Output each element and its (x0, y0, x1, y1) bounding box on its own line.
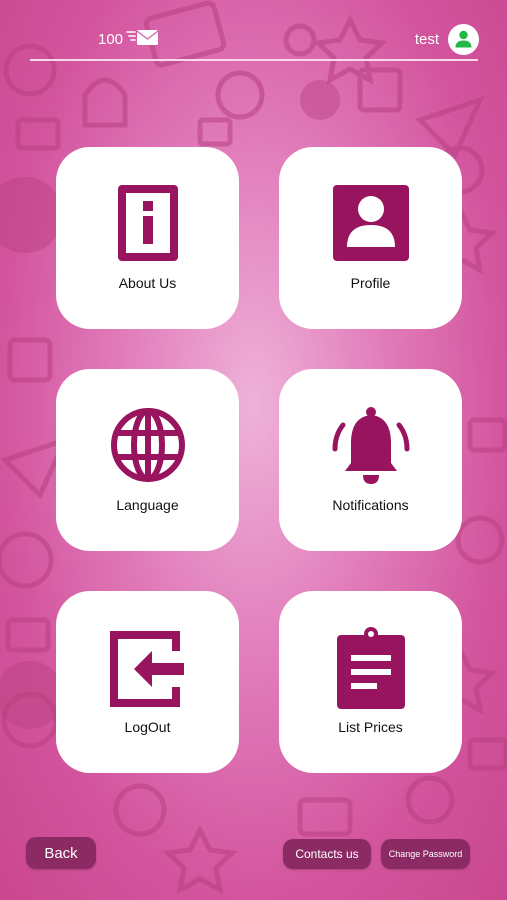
tile-label: Profile (350, 275, 391, 291)
tile-about-us[interactable]: About Us (56, 147, 239, 329)
top-bar: 100 test (0, 0, 507, 62)
avatar[interactable] (448, 24, 479, 55)
profile-card-icon (332, 185, 409, 261)
bell-ringing-icon (332, 407, 409, 484)
back-button[interactable]: Back (26, 837, 96, 869)
contacts-us-button[interactable]: Contacts us (283, 839, 371, 869)
tile-label: Language (116, 497, 179, 513)
tile-logout[interactable]: LogOut (56, 591, 239, 773)
info-icon (117, 185, 178, 261)
logout-icon (109, 631, 184, 707)
user-icon (455, 30, 472, 48)
clipboard-list-icon (336, 627, 405, 709)
globe-icon (110, 408, 185, 482)
tile-label: List Prices (338, 719, 403, 735)
tile-profile[interactable]: Profile (279, 147, 462, 329)
tile-notifications[interactable]: Notifications (279, 369, 462, 551)
tile-label: About Us (118, 275, 177, 291)
tile-label: LogOut (124, 719, 171, 735)
change-password-button[interactable]: Change Password (381, 839, 470, 869)
header-divider (30, 59, 478, 61)
tile-label: Notifications (332, 497, 409, 513)
message-count: 100 (98, 31, 124, 48)
tile-language[interactable]: Language (56, 369, 239, 551)
fast-mail-icon[interactable] (126, 28, 160, 48)
tile-list-prices[interactable]: List Prices (279, 591, 462, 773)
username: test (414, 31, 439, 48)
